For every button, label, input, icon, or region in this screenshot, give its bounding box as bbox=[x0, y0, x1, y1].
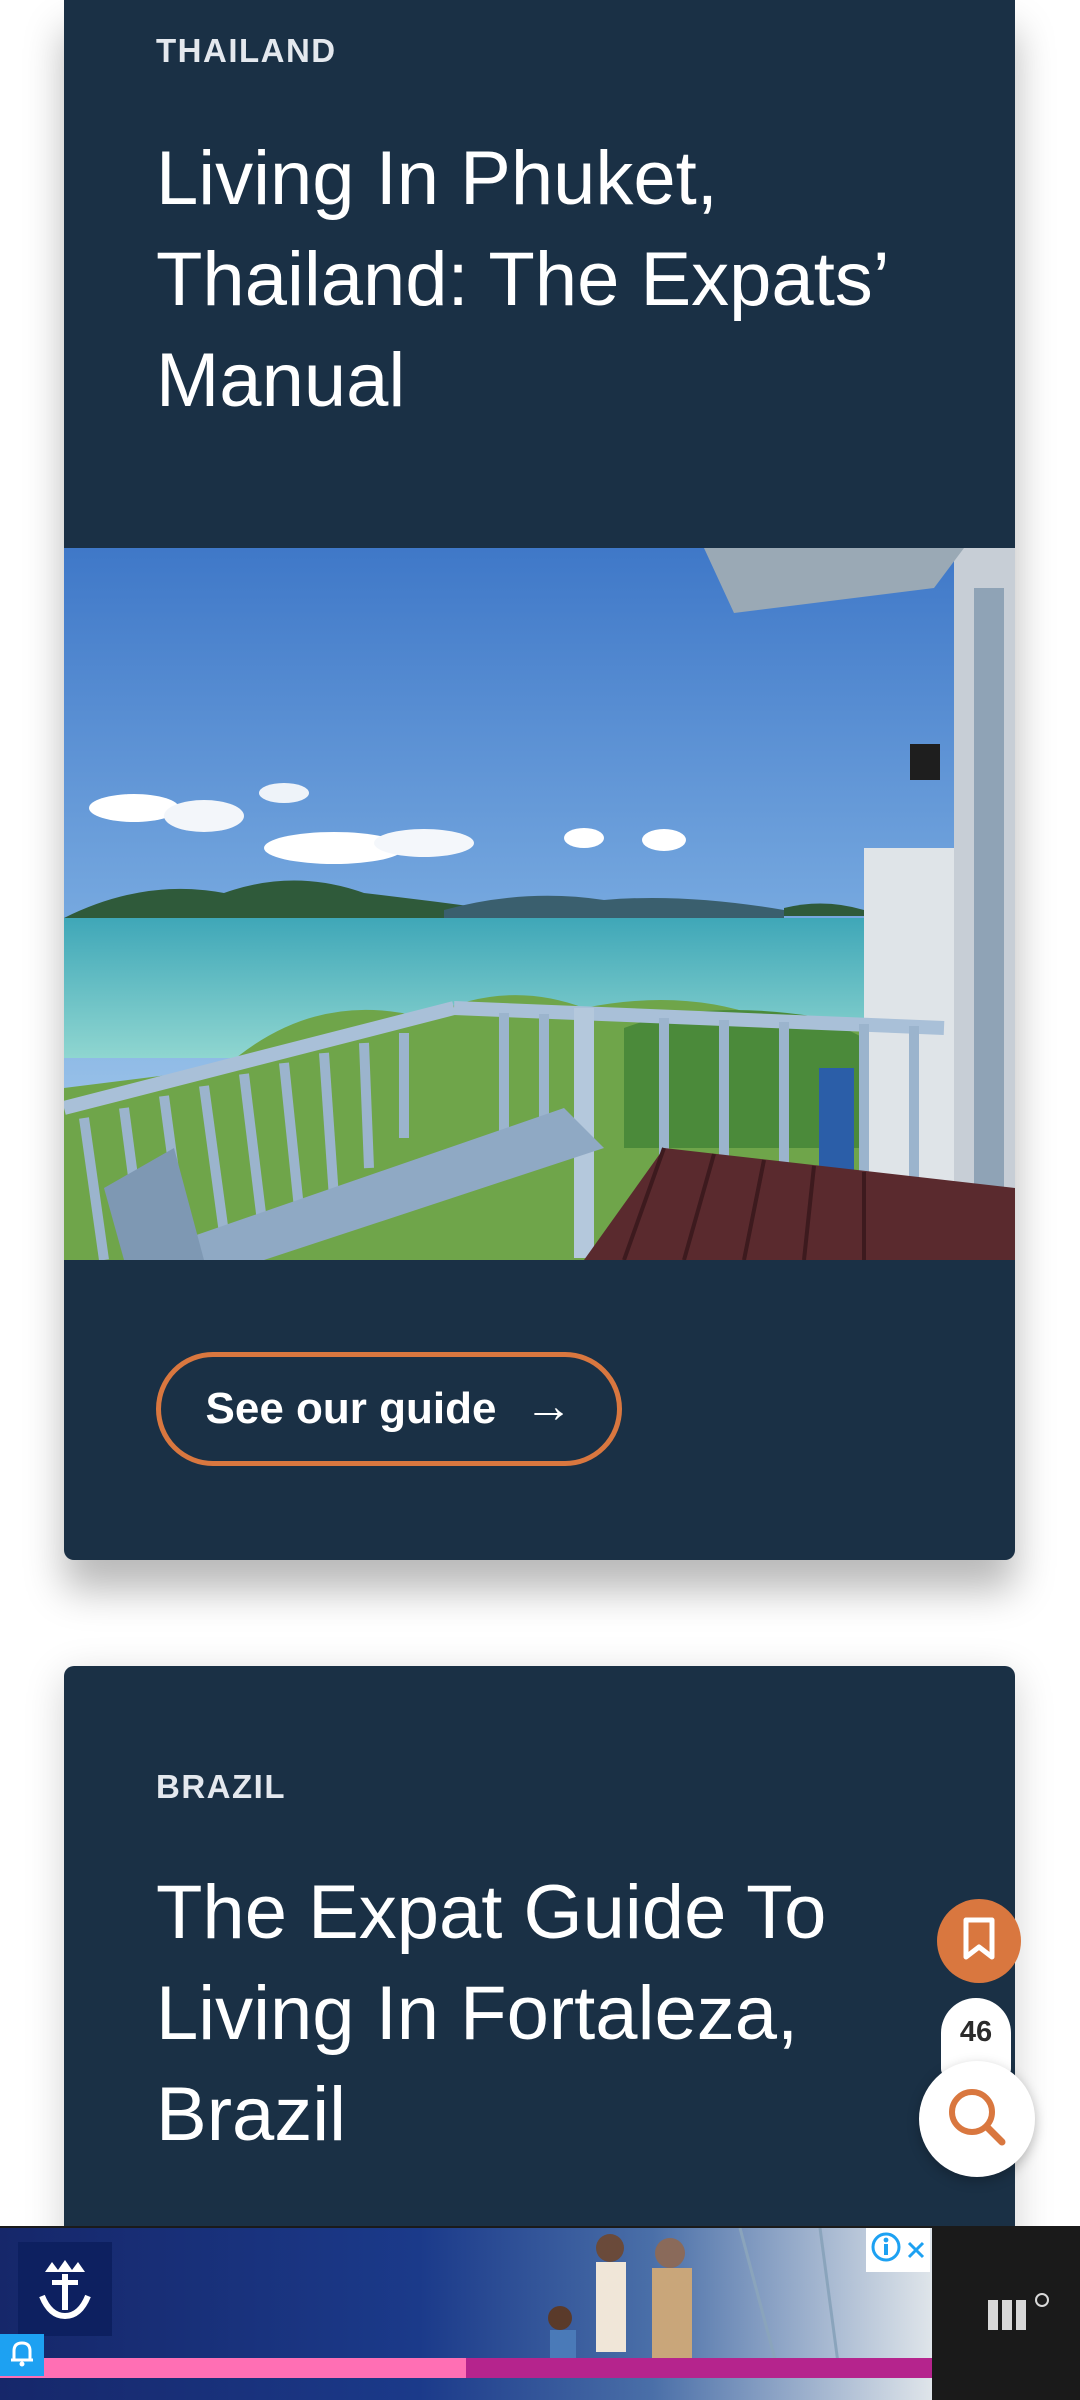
see-guide-button[interactable]: See our guide → bbox=[156, 1352, 622, 1466]
bookmark-icon bbox=[961, 1917, 997, 1966]
publisher-logo-icon bbox=[986, 2292, 1054, 2342]
ad-stripe bbox=[0, 2358, 932, 2378]
card-country-label: BRAZIL bbox=[156, 1768, 286, 1805]
page: THAILAND Living In Phuket, Thailand: The… bbox=[0, 0, 1080, 2400]
close-icon[interactable] bbox=[907, 2235, 925, 2266]
bookmark-button[interactable] bbox=[937, 1899, 1021, 1983]
ad-choices-button[interactable] bbox=[866, 2228, 930, 2272]
bell-icon bbox=[7, 2338, 37, 2373]
article-card-thailand[interactable]: THAILAND Living In Phuket, Thailand: The… bbox=[64, 0, 1015, 1560]
card-title[interactable]: Living In Phuket, Thailand: The Expats’ … bbox=[156, 128, 956, 431]
search-icon bbox=[946, 2086, 1008, 2153]
ad-banner[interactable] bbox=[0, 2228, 932, 2400]
anchor-crown-icon bbox=[18, 2242, 112, 2336]
see-guide-label: See our guide bbox=[205, 1384, 497, 1433]
search-button[interactable] bbox=[919, 2061, 1035, 2177]
card-country-label: THAILAND bbox=[156, 32, 337, 69]
arrow-right-icon: → bbox=[524, 1379, 573, 1433]
info-icon bbox=[871, 2232, 901, 2269]
notification-button[interactable] bbox=[0, 2334, 44, 2376]
card-hero-image[interactable] bbox=[64, 548, 1015, 1260]
card-title[interactable]: The Expat Guide To Living In Fortaleza, … bbox=[156, 1862, 956, 2165]
